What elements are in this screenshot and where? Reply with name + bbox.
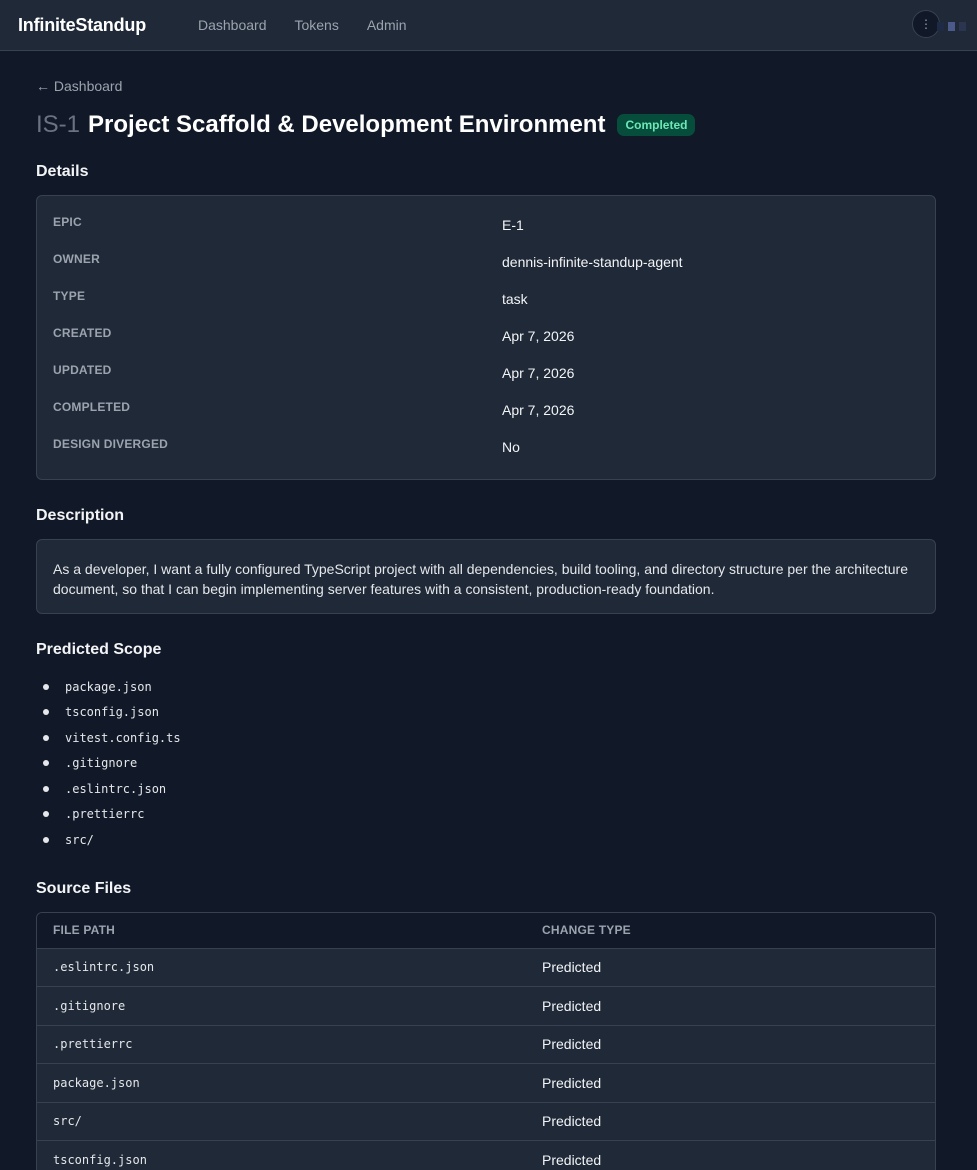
detail-row-design-diverged: DESIGN DIVERGED No [53,437,919,474]
change-type-cell: Predicted [542,959,602,976]
column-header-change-type: CHANGE TYPE [542,923,631,937]
bullet-icon [43,836,49,843]
details-heading: Details [36,163,89,180]
source-files-heading: Source Files [36,879,132,897]
nav-link-tokens[interactable]: Tokens [294,17,338,33]
file-path-cell: package.json [53,1075,140,1090]
detail-row-type: TYPE task [53,289,919,326]
bullet-icon [43,734,49,741]
file-path-cell: src/ [53,1114,82,1129]
nav-link-dashboard[interactable]: Dashboard [198,17,267,33]
scope-path: package.json [65,679,152,694]
status-badge: Completed [617,114,696,136]
back-to-dashboard-link[interactable]: ← Dashboard [36,78,122,94]
table-row: src/ Predicted [37,1101,935,1140]
page-title: IS-1 Project Scaffold & Development Envi… [36,110,936,140]
detail-label: OWNER [53,252,100,266]
description-card: As a developer, I want a fully configure… [36,539,936,614]
detail-value: No [502,439,520,455]
table-row: tsconfig.json Predicted [37,1140,935,1170]
detail-row-owner: OWNER dennis-infinite-standup-agent [53,252,919,289]
file-path-cell: .eslintrc.json [53,960,155,975]
detail-label: UPDATED [53,363,112,377]
top-nav-bar: InfiniteStandup Dashboard Tokens Admin ⋮ [0,0,977,51]
bullet-icon [43,709,49,716]
file-path-cell: tsconfig.json [53,1152,147,1167]
scope-path: vitest.config.ts [65,730,181,745]
main-nav: Dashboard Tokens Admin [198,17,435,33]
bullet-icon [43,811,49,818]
overflow-indicator [937,22,966,31]
detail-label: TYPE [53,289,86,303]
bullet-icon [43,683,49,690]
detail-row-epic: EPIC E-1 [53,215,919,252]
story-detail-page: ← Dashboard IS-1 Project Scaffold & Deve… [0,51,936,1170]
detail-value: dennis-infinite-standup-agent [502,254,683,270]
bullet-icon [43,760,49,767]
kebab-menu-icon[interactable]: ⋮ [912,10,940,38]
scope-path: src/ [65,832,94,847]
source-files-table: FILE PATH CHANGE TYPE .eslintrc.json Pre… [36,911,936,1170]
table-row: .eslintrc.json Predicted [37,947,935,986]
detail-label: DESIGN DIVERGED [53,437,169,451]
detail-row-updated: UPDATED Apr 7, 2026 [53,363,919,400]
change-type-cell: Predicted [542,1113,602,1130]
detail-value: Apr 7, 2026 [502,402,575,418]
description-heading: Description [36,507,125,524]
list-item: vitest.config.ts [36,725,936,751]
scope-path: .prettierrc [65,807,145,822]
table-row: package.json Predicted [37,1063,935,1102]
column-header-file-path: FILE PATH [53,923,116,937]
file-path-cell: .prettierrc [53,1037,133,1052]
detail-label: CREATED [53,326,112,340]
change-type-cell: Predicted [542,1036,602,1053]
detail-value: Apr 7, 2026 [502,365,575,381]
detail-value: Apr 7, 2026 [502,328,575,344]
detail-row-completed: COMPLETED Apr 7, 2026 [53,400,919,437]
table-header-row: FILE PATH CHANGE TYPE [37,912,935,948]
list-item: .eslintrc.json [36,776,936,802]
detail-value: task [502,291,528,307]
table-row: .gitignore Predicted [37,986,935,1025]
details-card: EPIC E-1 OWNER dennis-infinite-standup-a… [36,195,936,480]
detail-label: EPIC [53,215,82,229]
change-type-cell: Predicted [542,1151,602,1168]
table-row: .prettierrc Predicted [37,1024,935,1063]
file-path-cell: .gitignore [53,998,126,1013]
list-item: .prettierrc [36,802,936,828]
brand-logo[interactable]: InfiniteStandup [18,15,146,36]
story-title: Project Scaffold & Development Environme… [88,111,606,138]
detail-value: E-1 [502,217,524,233]
list-item: tsconfig.json [36,700,936,726]
list-item: .gitignore [36,751,936,777]
scope-path: .eslintrc.json [65,781,167,796]
list-item: src/ [36,827,936,853]
nav-link-admin[interactable]: Admin [367,17,407,33]
detail-row-created: CREATED Apr 7, 2026 [53,326,919,363]
bullet-icon [43,785,49,792]
scope-path: .gitignore [65,756,138,771]
change-type-cell: Predicted [542,1074,602,1091]
description-text: As a developer, I want a fully configure… [53,561,908,597]
predicted-scope-list: package.json tsconfig.json vitest.config… [36,674,936,853]
detail-label: COMPLETED [53,400,131,414]
scope-path: tsconfig.json [65,705,159,720]
story-key: IS-1 [36,111,81,138]
list-item: package.json [36,674,936,700]
predicted-scope-heading: Predicted Scope [36,641,162,658]
change-type-cell: Predicted [542,997,602,1014]
